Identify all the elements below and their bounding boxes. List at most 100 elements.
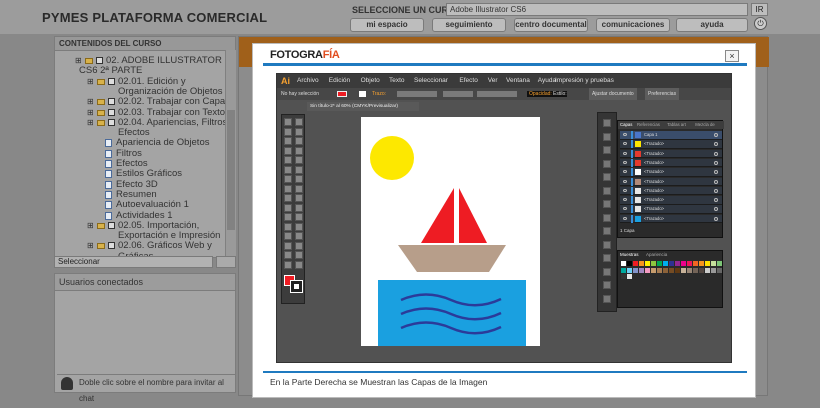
tool-button[interactable] bbox=[284, 137, 292, 145]
preferences-button[interactable]: Preferencias bbox=[645, 88, 680, 100]
nav-comunicaciones[interactable]: comunicaciones bbox=[596, 18, 670, 32]
color-swatch[interactable] bbox=[693, 261, 698, 266]
target-icon[interactable] bbox=[714, 198, 718, 203]
panel-icon[interactable] bbox=[603, 146, 611, 154]
menu-objeto[interactable]: Objeto bbox=[361, 74, 380, 88]
tool-button[interactable] bbox=[284, 194, 292, 202]
eye-icon[interactable] bbox=[623, 160, 627, 164]
color-swatch[interactable] bbox=[657, 267, 662, 273]
tool-button[interactable] bbox=[284, 241, 292, 250]
color-swatch[interactable] bbox=[675, 261, 680, 266]
tool-button[interactable] bbox=[284, 213, 292, 221]
menu-ayuda[interactable]: Ayuda bbox=[538, 74, 556, 88]
eye-icon[interactable] bbox=[623, 179, 627, 183]
color-swatch[interactable] bbox=[663, 261, 668, 266]
color-swatch[interactable] bbox=[687, 261, 692, 266]
color-swatch[interactable] bbox=[633, 267, 638, 273]
target-icon[interactable] bbox=[714, 151, 718, 156]
color-swatch[interactable] bbox=[645, 261, 650, 266]
menu-efecto[interactable]: Efecto bbox=[459, 74, 477, 88]
color-swatch[interactable] bbox=[717, 267, 722, 273]
menu-edición[interactable]: Edición bbox=[329, 74, 350, 88]
tool-button[interactable] bbox=[295, 137, 303, 145]
panel-tab[interactable]: Tablas art bbox=[667, 121, 686, 129]
tool-button[interactable] bbox=[295, 213, 303, 221]
tool-button[interactable] bbox=[284, 146, 292, 155]
fill-swatch[interactable] bbox=[337, 91, 347, 97]
menu-ventana[interactable]: Ventana bbox=[506, 74, 530, 88]
target-icon[interactable] bbox=[714, 133, 718, 137]
close-button[interactable]: × bbox=[725, 50, 739, 62]
color-swatch[interactable] bbox=[699, 261, 704, 266]
nav-ayuda[interactable]: ayuda bbox=[676, 18, 748, 32]
go-button[interactable]: IR bbox=[751, 3, 768, 16]
menu-archivo[interactable]: Archivo bbox=[297, 74, 319, 88]
panel-tab[interactable]: Mezcla de bbox=[695, 121, 715, 129]
sublayer-row[interactable]: <Trazado> bbox=[620, 168, 722, 177]
color-swatch[interactable] bbox=[645, 267, 650, 273]
checkbox-icon[interactable] bbox=[108, 98, 115, 106]
menu-texto[interactable]: Texto bbox=[389, 74, 405, 88]
color-swatch[interactable] bbox=[675, 267, 680, 273]
panel-icon[interactable] bbox=[603, 186, 611, 195]
eye-icon[interactable] bbox=[623, 133, 627, 136]
menu-ver[interactable]: Ver bbox=[488, 74, 498, 88]
eye-icon[interactable] bbox=[623, 188, 627, 192]
color-swatch[interactable] bbox=[627, 274, 632, 279]
eye-icon[interactable] bbox=[623, 198, 627, 202]
sea-shape[interactable] bbox=[378, 280, 526, 346]
tool-button[interactable] bbox=[284, 232, 292, 240]
expand-icon[interactable]: ⊞ bbox=[87, 221, 94, 231]
tool-button[interactable] bbox=[295, 241, 303, 250]
color-swatch[interactable] bbox=[663, 267, 668, 273]
right-sail-shape[interactable] bbox=[459, 188, 487, 243]
tool-button[interactable] bbox=[295, 156, 303, 164]
panel-icon[interactable] bbox=[603, 294, 611, 303]
eye-icon[interactable] bbox=[623, 170, 627, 174]
checkbox-icon[interactable] bbox=[108, 118, 115, 126]
tool-button[interactable] bbox=[295, 251, 303, 259]
tool-button[interactable] bbox=[284, 203, 292, 212]
eye-icon[interactable] bbox=[623, 151, 627, 155]
swatches-tab[interactable]: Muestras bbox=[620, 252, 639, 257]
color-swatch[interactable] bbox=[639, 267, 644, 273]
target-icon[interactable] bbox=[714, 142, 718, 147]
tool-button[interactable] bbox=[284, 184, 292, 193]
sublayer-row[interactable]: <Trazado> bbox=[620, 186, 722, 196]
color-swatch[interactable] bbox=[693, 267, 698, 273]
panel-icon[interactable] bbox=[603, 281, 611, 289]
tool-button[interactable] bbox=[295, 118, 303, 126]
layer-row[interactable]: Capa 1 bbox=[620, 131, 722, 140]
color-swatch[interactable] bbox=[633, 261, 638, 266]
tool-button[interactable] bbox=[295, 194, 303, 202]
color-swatch[interactable] bbox=[639, 261, 644, 266]
panel-tab[interactable]: Capas bbox=[620, 121, 632, 129]
target-icon[interactable] bbox=[714, 188, 718, 193]
course-select[interactable]: Adobe Illustrator CS6 bbox=[446, 3, 748, 16]
checkbox-icon[interactable] bbox=[108, 108, 115, 116]
menu-seleccionar[interactable]: Seleccionar bbox=[414, 74, 448, 88]
tool-button[interactable] bbox=[284, 251, 292, 259]
checkbox-icon[interactable] bbox=[108, 242, 115, 250]
color-swatch[interactable] bbox=[657, 261, 662, 266]
color-swatch[interactable] bbox=[717, 261, 722, 266]
brush-select[interactable] bbox=[477, 91, 517, 97]
profile-select[interactable] bbox=[443, 91, 473, 97]
user-select-button[interactable] bbox=[216, 256, 236, 268]
tree-scrollbar[interactable] bbox=[225, 50, 236, 258]
tool-button[interactable] bbox=[284, 260, 292, 269]
tool-button[interactable] bbox=[295, 165, 303, 174]
document-setup-button[interactable]: Ajustar documento bbox=[589, 88, 637, 100]
panel-icon[interactable] bbox=[603, 159, 611, 168]
sublayer-row[interactable]: <Trazado> bbox=[620, 196, 722, 205]
color-swatch[interactable] bbox=[681, 267, 686, 273]
document-tab[interactable]: Sin título-2* al 60% (CMYK/Previsualizar… bbox=[307, 102, 419, 111]
tool-button[interactable] bbox=[295, 260, 303, 269]
expand-icon[interactable]: ⊞ bbox=[87, 108, 94, 118]
sun-shape[interactable] bbox=[370, 136, 414, 180]
checkbox-icon[interactable] bbox=[108, 221, 115, 229]
scrollbar-thumb[interactable] bbox=[227, 110, 235, 230]
color-swatch[interactable] bbox=[687, 267, 692, 273]
sublayer-row[interactable]: <Trazado> bbox=[620, 177, 722, 186]
nav-seguimiento[interactable]: seguimiento bbox=[432, 18, 506, 32]
